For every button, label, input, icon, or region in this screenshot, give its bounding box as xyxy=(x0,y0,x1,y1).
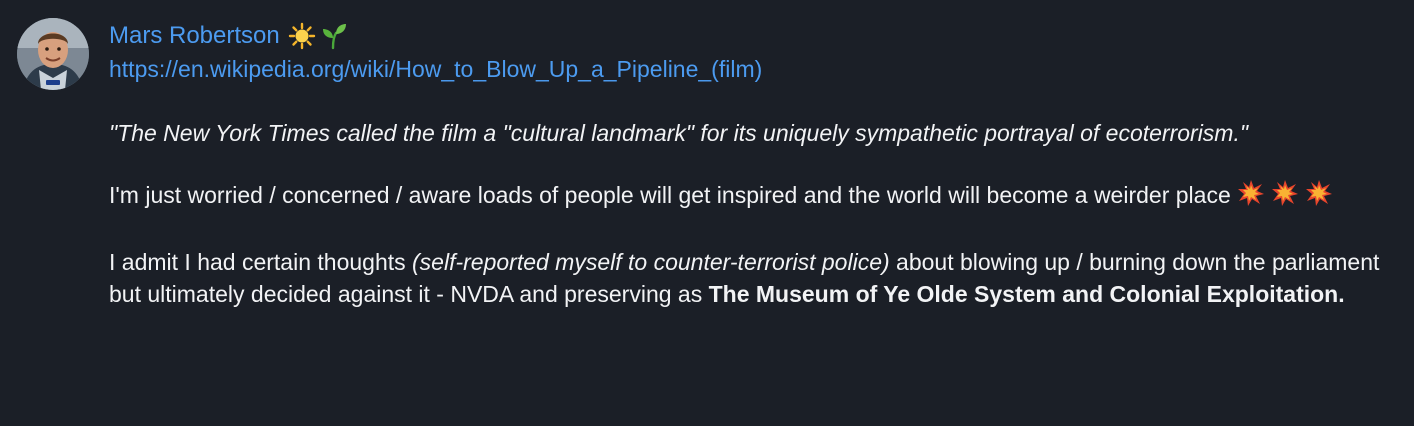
paragraph-admission: I admit I had certain thoughts (self-rep… xyxy=(109,246,1399,310)
paragraph-admission-bold: The Museum of Ye Olde System and Colonia… xyxy=(708,281,1345,307)
chat-message: Mars Robertson https://en.wikipedia.org/… xyxy=(0,0,1414,426)
sun-icon xyxy=(288,22,316,50)
paragraph-admission-part1: I admit I had certain thoughts xyxy=(109,249,413,275)
paragraph-worried-text: I'm just worried / concerned / aware loa… xyxy=(109,182,1231,208)
quote-text: "The New York Times called the film a "c… xyxy=(109,120,1249,146)
author-emoji xyxy=(288,22,348,50)
explosion-icon xyxy=(1305,179,1333,215)
explosion-icon xyxy=(1271,179,1299,215)
paragraph-admission-italic: (self-reported myself to counter-terrori… xyxy=(412,249,890,275)
paragraph-worried: I'm just worried / concerned / aware loa… xyxy=(109,179,1399,215)
author-name[interactable]: Mars Robertson xyxy=(109,19,280,53)
explosion-icon xyxy=(1237,179,1265,215)
explosion-emoji-group xyxy=(1237,180,1339,208)
avatar[interactable] xyxy=(17,18,89,90)
author-row: Mars Robertson xyxy=(109,19,1399,53)
seedling-icon xyxy=(320,22,348,50)
wikipedia-link[interactable]: https://en.wikipedia.org/wiki/How_to_Blo… xyxy=(109,53,1399,85)
